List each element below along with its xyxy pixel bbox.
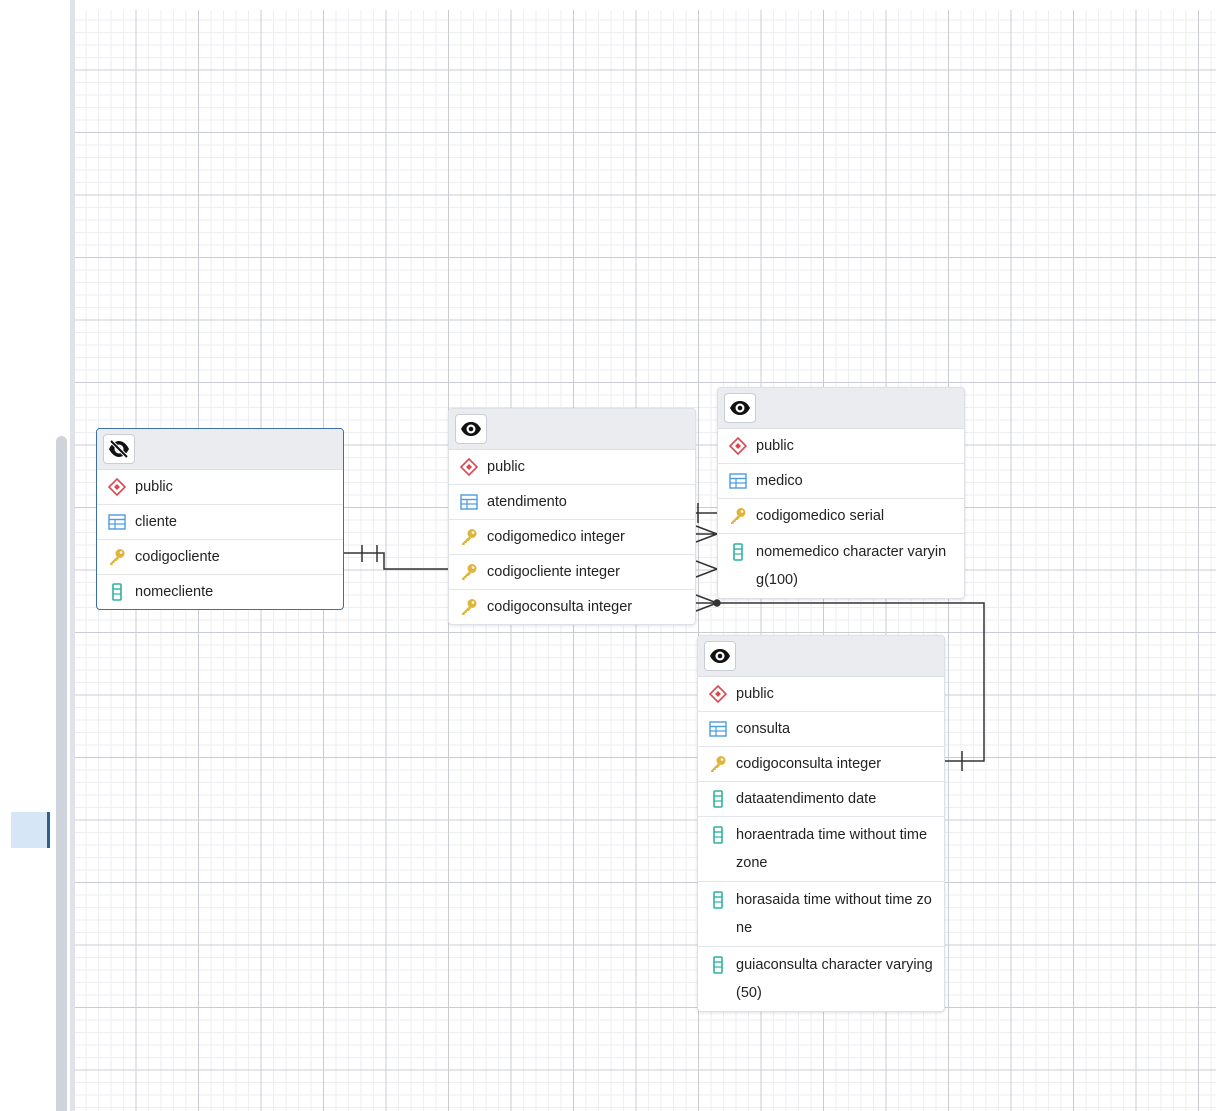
- eye-slash-icon[interactable]: [103, 434, 135, 464]
- panel-marker-accent: [47, 812, 50, 848]
- eye-icon[interactable]: [455, 414, 487, 444]
- table-name: consulta: [736, 721, 791, 737]
- panel-marker[interactable]: [11, 812, 47, 848]
- column-name: nomemedico character varying(100): [756, 544, 947, 588]
- schema-icon: [708, 685, 728, 703]
- key-icon: [459, 563, 479, 581]
- schema-name: public: [487, 459, 525, 475]
- column-row[interactable]: horaentrada time without time zone: [698, 817, 944, 882]
- eye-icon[interactable]: [724, 393, 756, 423]
- schema-name: public: [135, 479, 173, 495]
- table-name: medico: [756, 473, 803, 489]
- vertical-scrollbar[interactable]: [56, 436, 67, 1111]
- column-icon: [708, 951, 728, 979]
- column-row[interactable]: nomemedico character varying(100): [718, 534, 964, 598]
- key-icon: [728, 507, 748, 525]
- column-row[interactable]: nomecliente: [97, 575, 343, 609]
- key-icon: [708, 755, 728, 773]
- table-node-cliente[interactable]: public cliente codigocliente nomecliente: [96, 428, 344, 610]
- table-name-row: consulta: [698, 712, 944, 747]
- column-row[interactable]: codigoconsulta integer: [698, 747, 944, 782]
- column-name: codigoconsulta integer: [487, 599, 633, 615]
- column-name: guiaconsulta character varying(50): [736, 957, 933, 1001]
- table-icon: [459, 493, 479, 511]
- node-header: [718, 388, 964, 429]
- column-name: nomecliente: [135, 584, 214, 600]
- column-row[interactable]: codigomedico integer: [449, 520, 695, 555]
- schema-row: public: [449, 450, 695, 485]
- column-name: horaentrada time without time zone: [736, 827, 928, 871]
- table-node-atendimento[interactable]: public atendimento codigomedico integer …: [448, 408, 696, 625]
- schema-row: public: [97, 470, 343, 505]
- table-name-row: atendimento: [449, 485, 695, 520]
- table-name-row: medico: [718, 464, 964, 499]
- schema-icon: [728, 437, 748, 455]
- key-icon: [107, 548, 127, 566]
- left-panel: [0, 0, 75, 1111]
- schema-icon: [459, 458, 479, 476]
- column-icon: [708, 821, 728, 849]
- schema-icon: [107, 478, 127, 496]
- table-name: atendimento: [487, 494, 567, 510]
- schema-row: public: [698, 677, 944, 712]
- column-icon: [708, 790, 728, 808]
- column-name: codigomedico integer: [487, 529, 625, 545]
- column-name: codigomedico serial: [756, 508, 885, 524]
- column-name: codigoconsulta integer: [736, 756, 882, 772]
- column-row[interactable]: codigomedico serial: [718, 499, 964, 534]
- eye-icon[interactable]: [704, 641, 736, 671]
- key-icon: [459, 598, 479, 616]
- column-icon: [708, 886, 728, 914]
- column-row[interactable]: codigoconsulta integer: [449, 590, 695, 624]
- table-name-row: cliente: [97, 505, 343, 540]
- table-node-medico[interactable]: public medico codigomedico serial nomeme…: [717, 387, 965, 599]
- table-icon: [708, 720, 728, 738]
- table-icon: [728, 472, 748, 490]
- schema-row: public: [718, 429, 964, 464]
- schema-name: public: [736, 686, 774, 702]
- node-header: [698, 636, 944, 677]
- column-icon: [107, 583, 127, 601]
- column-name: codigocliente: [135, 549, 220, 565]
- column-name: dataatendimento date: [736, 791, 877, 807]
- key-icon: [459, 528, 479, 546]
- column-row[interactable]: codigocliente integer: [449, 555, 695, 590]
- column-row[interactable]: codigocliente: [97, 540, 343, 575]
- node-header: [449, 409, 695, 450]
- table-node-consulta[interactable]: public consulta codigoconsulta integer d…: [697, 635, 945, 1012]
- column-icon: [728, 538, 748, 566]
- table-name: cliente: [135, 514, 177, 530]
- column-name: horasaida time without time zone: [736, 892, 932, 936]
- column-row[interactable]: dataatendimento date: [698, 782, 944, 817]
- column-name: codigocliente integer: [487, 564, 621, 580]
- node-header: [97, 429, 343, 470]
- column-row[interactable]: guiaconsulta character varying(50): [698, 947, 944, 1011]
- schema-name: public: [756, 438, 794, 454]
- column-row[interactable]: horasaida time without time zone: [698, 882, 944, 947]
- table-icon: [107, 513, 127, 531]
